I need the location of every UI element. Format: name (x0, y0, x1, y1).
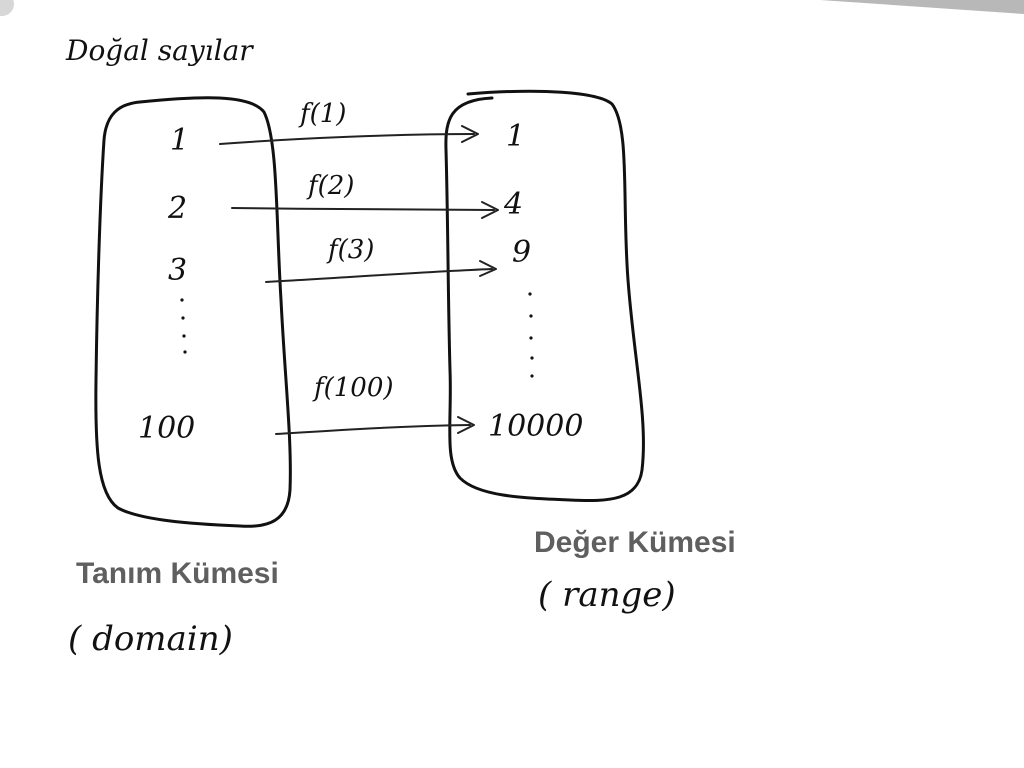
paper-edge-shadow (820, 0, 1024, 14)
domain-item-4: 100 (138, 411, 195, 446)
mapping-label-2: f(2) (306, 171, 354, 201)
mapping-arrow-4 (275, 416, 475, 435)
range-set-sublabel: ( range) (538, 575, 676, 615)
mapping-arrow-2 (231, 201, 499, 219)
range-set-label: Değer Kümesi (534, 526, 736, 559)
range-item-2: 4 (503, 187, 523, 222)
domain-set-sublabel: ( domain) (68, 619, 233, 659)
page-title: Doğal sayılar (65, 34, 254, 67)
domain-set-outline (94, 96, 292, 528)
range-ellipsis-dots (528, 292, 534, 378)
range-item-1: 1 (506, 119, 525, 154)
domain-set-label: Tanım Kümesi (76, 557, 279, 590)
mapping-label-1: f(1) (298, 99, 346, 129)
range-item-4: 10000 (488, 409, 583, 444)
mapping-label-3: f(3) (326, 235, 374, 265)
mapping-label-4: f(100) (312, 373, 394, 403)
mapping-arrow-1 (219, 125, 479, 145)
range-item-3: 9 (512, 235, 531, 270)
domain-item-3: 3 (168, 253, 187, 288)
corner-smudge (0, 0, 14, 16)
domain-ellipsis-dots (180, 298, 187, 354)
mapping-arrow-3 (265, 260, 497, 283)
domain-item-1: 1 (170, 123, 189, 158)
domain-item-2: 2 (167, 191, 187, 226)
diagram-canvas: Doğal sayılar 1 2 3 100 1 4 9 10000 f(1)… (0, 0, 1024, 659)
